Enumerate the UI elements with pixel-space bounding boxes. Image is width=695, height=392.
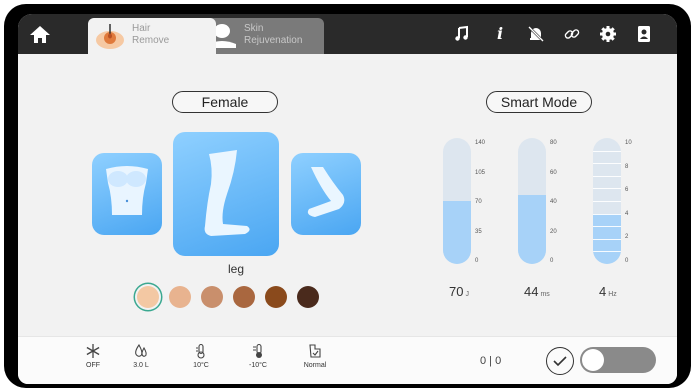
confirm-button[interactable] [546, 347, 574, 375]
cold-temperature-value: -10°C [249, 362, 267, 369]
skin-tone-swatch[interactable] [233, 286, 255, 308]
torso-icon [106, 166, 148, 215]
skin-tone-swatch[interactable] [137, 286, 159, 308]
gauge-energy[interactable] [443, 138, 471, 264]
gauge-value-number: 44 [524, 284, 539, 299]
gauge-tick-label: 6 [625, 187, 629, 194]
gauge-value-number: 4 [599, 284, 607, 299]
leg-icon [204, 150, 250, 236]
snowflake-icon [86, 344, 100, 358]
gauge-value: 70 J [449, 284, 469, 299]
gauge-unit: ms [540, 291, 550, 298]
cold-temperature-status[interactable]: -10°C [238, 343, 278, 369]
screen: Skin Rejuvenation Hair Remove i Female S… [18, 14, 677, 384]
gauge-segment-line [593, 251, 621, 253]
gauge-value-number: 70 [449, 284, 464, 299]
gauge-segment-line [593, 238, 621, 240]
home-icon[interactable] [28, 22, 52, 46]
alarm-off-icon[interactable] [526, 24, 546, 44]
thermometer-low-icon [253, 343, 262, 358]
mode-selector[interactable]: Smart Mode [486, 91, 592, 113]
music-note-icon[interactable] [452, 24, 472, 44]
tab-label: Hair Remove [132, 23, 170, 46]
gauge-segment-line [593, 188, 621, 190]
handpiece-value: Normal [303, 362, 327, 369]
skin-tone-swatch[interactable] [169, 286, 191, 308]
skin-tone-swatch[interactable] [201, 286, 223, 308]
gauge-tick-label: 0 [625, 258, 629, 264]
gear-icon[interactable] [598, 24, 618, 44]
arm-icon [307, 167, 345, 217]
water-value: 3.0 L [133, 362, 149, 369]
gauge-segment-line [593, 226, 621, 228]
gauge-tick-label: 20 [550, 228, 557, 235]
profile-icon[interactable] [634, 24, 654, 44]
water-drop-icon [135, 343, 147, 357]
gauge-tick-label: 0 [550, 258, 554, 264]
body-area-leg[interactable] [173, 132, 279, 256]
link-icon[interactable] [562, 24, 582, 44]
gauge-segment-line [593, 163, 621, 165]
handpiece-status[interactable]: Normal [295, 343, 335, 369]
cooling-status[interactable]: OFF [73, 343, 113, 369]
status-bar: OFF 3.0 L 10°C -10°C Normal 0 | 0 [18, 336, 677, 384]
gauge-tick-label: 80 [550, 140, 557, 146]
hand-icon [309, 344, 321, 358]
thermometer-icon [196, 343, 205, 359]
gauge-frequency[interactable] [593, 138, 621, 264]
gauge-tick-label: 35 [475, 228, 482, 235]
tab-label: Skin Rejuvenation [244, 23, 303, 46]
gauge-tick-label: 40 [550, 199, 557, 205]
gender-selector[interactable]: Female [172, 91, 278, 113]
gauge-tick-label: 8 [625, 163, 629, 170]
tab-hair-remove[interactable]: Hair Remove [88, 18, 216, 54]
water-status[interactable]: 3.0 L [121, 343, 161, 369]
toggle-knob [582, 349, 604, 371]
hair-remove-icon [94, 22, 126, 50]
gauge-tick-label: 60 [550, 169, 557, 176]
gauge-tick-label: 70 [475, 199, 482, 205]
gauge-value: 4 Hz [599, 284, 617, 299]
gauge-tick-label: 140 [475, 140, 486, 146]
gauge-segment-line [593, 150, 621, 152]
gauge-value: 44 ms [524, 284, 550, 299]
gauge-segment-line [593, 213, 621, 215]
gauge-unit: J [465, 291, 469, 298]
gauge-segment-line [593, 201, 621, 202]
selected-area-label: leg [227, 262, 244, 276]
shot-counter: 0 | 0 [480, 355, 502, 367]
skin-tone-swatch[interactable] [297, 286, 319, 308]
temperature-status[interactable]: 10°C [181, 343, 221, 369]
ready-toggle[interactable] [580, 347, 656, 373]
gauge-tick-label: 0 [475, 258, 479, 264]
gauge-segment-line [593, 175, 621, 177]
gauge-fill [443, 201, 471, 264]
gauge-tick-label: 10 [625, 140, 632, 146]
gauge-fill [518, 194, 546, 264]
cooling-value: OFF [86, 362, 100, 369]
gauge-pulse-width[interactable] [518, 138, 546, 264]
info-icon[interactable]: i [490, 24, 510, 44]
gauge-unit: Hz [608, 291, 617, 298]
check-icon [553, 356, 567, 367]
gauge-tick-label: 2 [625, 234, 629, 241]
temperature-value: 10°C [193, 362, 209, 369]
tab-skin-rejuvenation[interactable]: Skin Rejuvenation [200, 18, 324, 54]
device-frame: Skin Rejuvenation Hair Remove i Female S… [4, 4, 691, 388]
body-area-arm[interactable] [291, 153, 361, 235]
gauge-tick-label: 105 [475, 169, 486, 176]
top-bar: Skin Rejuvenation Hair Remove i [18, 14, 677, 54]
skin-tone-swatch[interactable] [265, 286, 287, 308]
body-area-torso[interactable] [92, 153, 162, 235]
gauge-tick-label: 4 [625, 210, 629, 217]
